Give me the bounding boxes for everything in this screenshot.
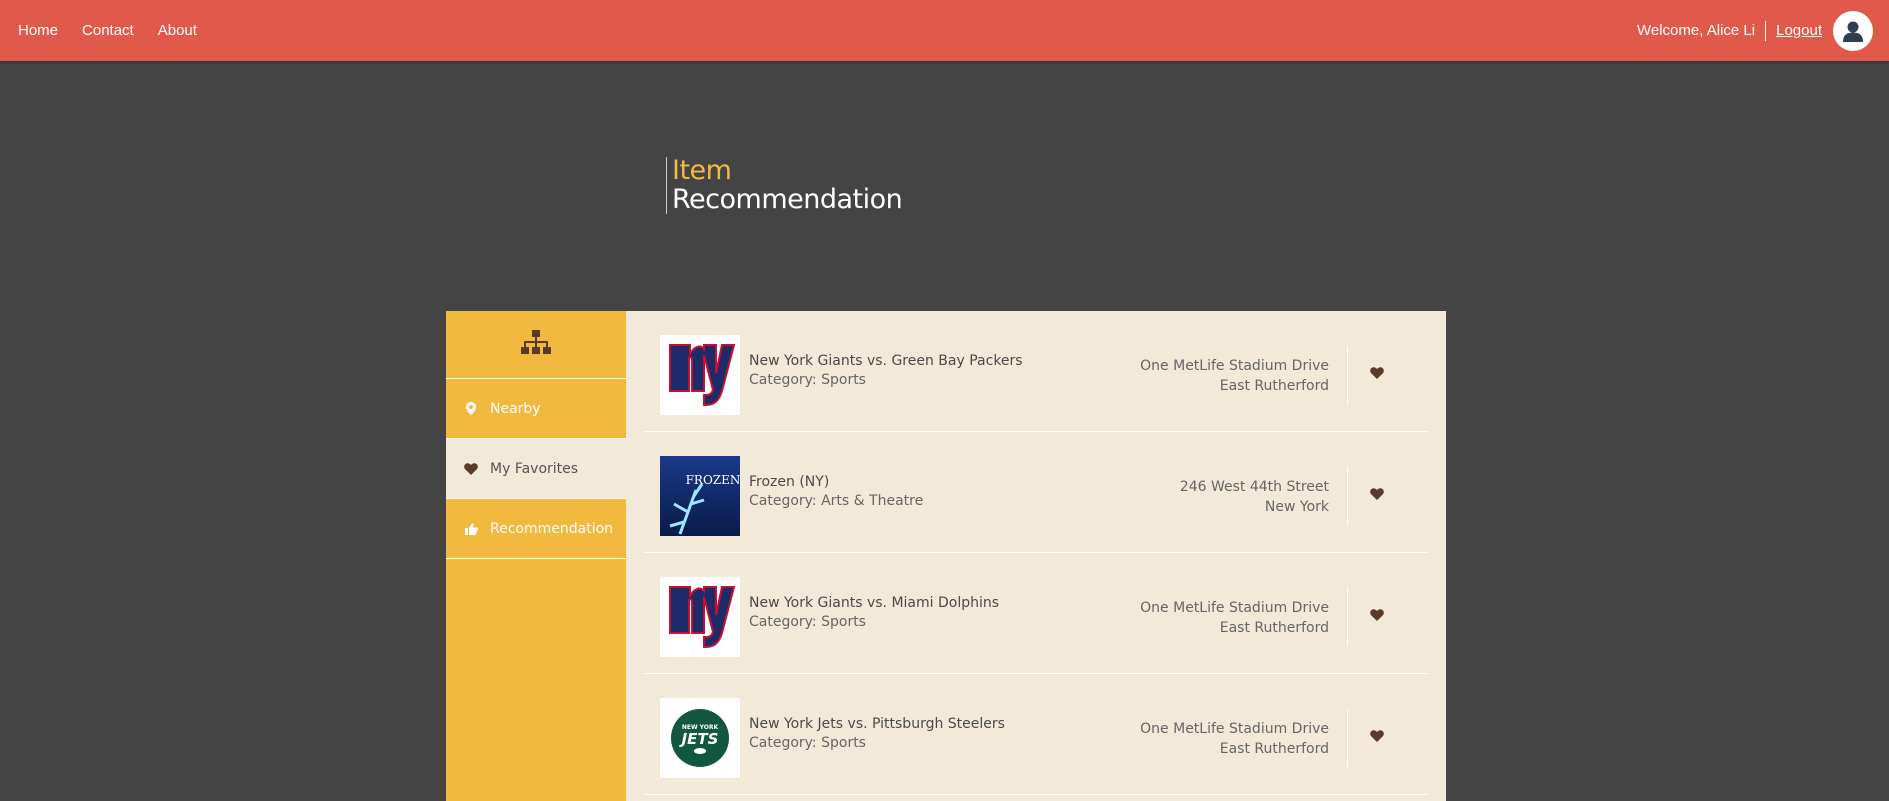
- list-item[interactable]: New York Giants vs. Miami Dolphins Categ…: [645, 553, 1427, 674]
- address-line2: East Rutherford: [1219, 620, 1329, 636]
- address-line1: One MetLife Stadium Drive: [1140, 358, 1329, 374]
- nav-links: Home Contact About: [18, 0, 221, 61]
- list-item[interactable]: NEW YORK JETS New York Jets vs. Pittsbur…: [645, 674, 1427, 795]
- item-category: Category: Sports: [749, 735, 866, 751]
- map-marker-icon: [464, 402, 478, 416]
- item-name[interactable]: Frozen (NY): [749, 474, 829, 490]
- favorite-heart-icon[interactable]: [1367, 363, 1387, 383]
- top-nav: Home Contact About Welcome, Alice Li Log…: [0, 0, 1889, 61]
- title-line-recommendation: Recommendation: [672, 184, 903, 215]
- main-panel: Nearby My Favorites Recommendation New Y: [446, 311, 1446, 801]
- nav-about-link[interactable]: About: [158, 22, 197, 39]
- item-address: One MetLife Stadium Drive East Rutherfor…: [1140, 719, 1329, 759]
- sidebar-item-recommendation[interactable]: Recommendation: [446, 499, 626, 559]
- item-address: One MetLife Stadium Drive East Rutherfor…: [1140, 356, 1329, 396]
- divider: [1347, 467, 1348, 525]
- item-name[interactable]: New York Jets vs. Pittsburgh Steelers: [749, 716, 1005, 732]
- address-line1: 246 West 44th Street: [1179, 479, 1329, 495]
- logout-link[interactable]: Logout: [1776, 22, 1822, 39]
- user-avatar-icon[interactable]: [1833, 10, 1873, 51]
- ny-jets-logo-icon: NEW YORK JETS: [660, 698, 740, 778]
- divider: [1347, 709, 1348, 767]
- item-address: 246 West 44th Street New York: [1180, 477, 1329, 517]
- sidebar: Nearby My Favorites Recommendation: [446, 311, 626, 801]
- address-line2: East Rutherford: [1219, 741, 1329, 757]
- list-item[interactable]: FROZEN Frozen (NY) Category: Arts & Thea…: [645, 432, 1427, 553]
- item-address: One MetLife Stadium Drive East Rutherfor…: [1140, 598, 1329, 638]
- sitemap-icon: [521, 329, 551, 360]
- nav-divider: [1765, 20, 1767, 41]
- nav-home-link[interactable]: Home: [18, 22, 58, 39]
- sidebar-header: [446, 311, 626, 379]
- favorite-heart-icon[interactable]: [1367, 726, 1387, 746]
- item-name[interactable]: New York Giants vs. Green Bay Packers: [749, 353, 1023, 369]
- item-category: Category: Sports: [749, 372, 866, 388]
- address-line1: One MetLife Stadium Drive: [1140, 721, 1329, 737]
- item-category: Category: Arts & Theatre: [749, 493, 924, 509]
- divider: [1347, 588, 1348, 646]
- list-item[interactable]: New York Giants vs. Green Bay Packers Ca…: [645, 311, 1427, 432]
- sidebar-item-my-favorites[interactable]: My Favorites: [446, 439, 626, 499]
- nav-contact-link[interactable]: Contact: [82, 22, 134, 39]
- frozen-poster-icon: FROZEN: [660, 456, 740, 536]
- title-line-item: Item: [672, 155, 732, 186]
- item-list: New York Giants vs. Green Bay Packers Ca…: [626, 311, 1446, 801]
- favorite-heart-icon[interactable]: [1367, 484, 1387, 504]
- sidebar-item-label: My Favorites: [490, 460, 579, 477]
- favorite-heart-icon[interactable]: [1367, 605, 1387, 625]
- welcome-text: Welcome, Alice Li: [1637, 22, 1756, 39]
- svg-text:FROZEN: FROZEN: [686, 473, 740, 487]
- nav-user-area: Welcome, Alice Li Logout: [1637, 0, 1873, 61]
- page-title: Item Recommendation: [666, 155, 903, 215]
- address-line2: New York: [1264, 499, 1329, 515]
- item-category: Category: Sports: [749, 614, 866, 630]
- sidebar-item-label: Recommendation: [490, 520, 614, 537]
- sidebar-item-label: Nearby: [490, 400, 541, 417]
- heart-icon: [464, 462, 478, 476]
- address-line2: East Rutherford: [1219, 378, 1329, 394]
- sidebar-item-nearby[interactable]: Nearby: [446, 379, 626, 439]
- divider: [1347, 346, 1348, 404]
- ny-giants-logo-icon: [660, 577, 740, 657]
- thumbs-up-icon: [464, 522, 478, 536]
- ny-giants-logo-icon: [660, 335, 740, 415]
- item-name[interactable]: New York Giants vs. Miami Dolphins: [749, 595, 999, 611]
- svg-text:JETS: JETS: [679, 730, 719, 748]
- address-line1: One MetLife Stadium Drive: [1140, 600, 1329, 616]
